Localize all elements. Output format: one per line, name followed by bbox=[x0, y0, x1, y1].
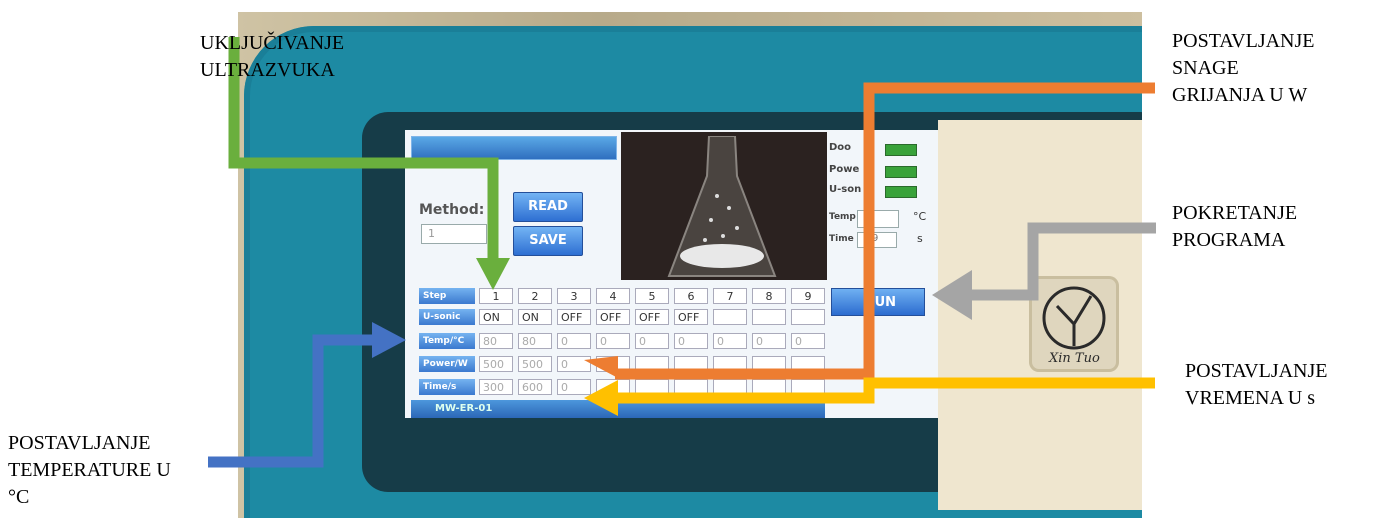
time-cell[interactable] bbox=[635, 379, 669, 395]
time-cell[interactable]: 0 bbox=[557, 379, 591, 395]
temperature-annotation: POSTAVLJANJE TEMPERATURE U °C bbox=[8, 432, 171, 508]
save-button[interactable]: SAVE bbox=[513, 226, 583, 256]
usonic-cell[interactable]: OFF bbox=[674, 309, 708, 325]
usonic-cell[interactable]: OFF bbox=[596, 309, 630, 325]
temp-header: Temp/°C bbox=[419, 333, 475, 349]
power-cell[interactable] bbox=[713, 356, 747, 372]
step-cell[interactable]: 4 bbox=[596, 288, 630, 304]
power-cell[interactable] bbox=[596, 356, 630, 372]
temp-cell[interactable]: 0 bbox=[713, 333, 747, 349]
usonic-cell[interactable]: ON bbox=[479, 309, 513, 325]
door-status-led bbox=[885, 144, 917, 156]
step-cell[interactable]: 9 bbox=[791, 288, 825, 304]
screen-header-bar bbox=[411, 136, 617, 160]
time-label: Time bbox=[829, 234, 854, 244]
temp-cell[interactable]: 0 bbox=[596, 333, 630, 349]
temp-cell[interactable]: 80 bbox=[518, 333, 552, 349]
power-cell[interactable] bbox=[752, 356, 786, 372]
time-cell[interactable] bbox=[791, 379, 825, 395]
temp-cell[interactable]: 0 bbox=[557, 333, 591, 349]
flask-image bbox=[667, 136, 777, 277]
read-button[interactable]: READ bbox=[513, 192, 583, 222]
step-cell[interactable]: 7 bbox=[713, 288, 747, 304]
run-button[interactable]: UN bbox=[831, 288, 925, 316]
usonic-cell[interactable] bbox=[752, 309, 786, 325]
camera-view bbox=[621, 132, 827, 280]
temp-readout bbox=[857, 210, 899, 228]
time-readout: 9 bbox=[857, 232, 897, 248]
time-unit: s bbox=[917, 232, 923, 245]
model-footer: MW-ER-01 bbox=[411, 400, 825, 418]
usonic-cell[interactable]: OFF bbox=[557, 309, 591, 325]
power-cell[interactable] bbox=[674, 356, 708, 372]
temp-cell[interactable]: 0 bbox=[635, 333, 669, 349]
usonic-status-led bbox=[885, 186, 917, 198]
power-status-led bbox=[885, 166, 917, 178]
usonic-cell[interactable]: OFF bbox=[635, 309, 669, 325]
power-cell[interactable] bbox=[635, 356, 669, 372]
touch-screen: Method: 1 READ SAVE Doo Powe U-son Temp … bbox=[405, 130, 938, 418]
power-cell[interactable] bbox=[791, 356, 825, 372]
start-program-annotation: POKRETANJE PROGRAMA bbox=[1172, 202, 1298, 251]
power-cell[interactable]: 500 bbox=[518, 356, 552, 372]
usonic-status-label: U-son bbox=[829, 184, 862, 195]
step-cell[interactable]: 1 bbox=[479, 288, 513, 304]
temp-cell[interactable]: 0 bbox=[752, 333, 786, 349]
time-cell[interactable] bbox=[713, 379, 747, 395]
temp-label: Temp bbox=[829, 212, 856, 222]
logo-text: Xin Tuo bbox=[1048, 351, 1100, 366]
time-cell[interactable]: 600 bbox=[518, 379, 552, 395]
step-cell[interactable]: 8 bbox=[752, 288, 786, 304]
heating-power-annotation: POSTAVLJANJE SNAGE GRIJANJA U W bbox=[1172, 30, 1315, 106]
step-header: Step bbox=[419, 288, 475, 304]
time-cell[interactable] bbox=[596, 379, 630, 395]
power-status-label: Powe bbox=[829, 164, 860, 175]
time-header: Time/s bbox=[419, 379, 475, 395]
temp-cell[interactable]: 0 bbox=[674, 333, 708, 349]
usonic-cell[interactable]: ON bbox=[518, 309, 552, 325]
power-header: Power/W bbox=[419, 356, 475, 372]
usonic-cell[interactable] bbox=[713, 309, 747, 325]
step-cell[interactable]: 5 bbox=[635, 288, 669, 304]
ultrasound-annotation: UKLJUČIVANJE ULTRAZVUKA bbox=[200, 32, 345, 81]
step-cell[interactable]: 3 bbox=[557, 288, 591, 304]
usonic-cell[interactable] bbox=[791, 309, 825, 325]
time-cell[interactable] bbox=[674, 379, 708, 395]
time-cell[interactable] bbox=[752, 379, 786, 395]
time-cell[interactable]: 300 bbox=[479, 379, 513, 395]
temp-cell[interactable]: 0 bbox=[791, 333, 825, 349]
power-cell[interactable]: 0 bbox=[557, 356, 591, 372]
method-input[interactable]: 1 bbox=[421, 224, 487, 244]
logo-icon: Xin Tuo bbox=[1042, 286, 1106, 366]
usonic-header: U-sonic bbox=[419, 309, 475, 325]
step-cell[interactable]: 2 bbox=[518, 288, 552, 304]
temp-unit: °C bbox=[913, 210, 927, 223]
door-status-label: Doo bbox=[829, 142, 852, 153]
step-cell[interactable]: 6 bbox=[674, 288, 708, 304]
time-annotation: POSTAVLJANJE VREMENA U s bbox=[1185, 360, 1328, 409]
temp-cell[interactable]: 80 bbox=[479, 333, 513, 349]
method-label: Method: bbox=[419, 202, 485, 218]
xintuo-logo: Xin Tuo bbox=[1029, 276, 1119, 372]
power-cell[interactable]: 500 bbox=[479, 356, 513, 372]
